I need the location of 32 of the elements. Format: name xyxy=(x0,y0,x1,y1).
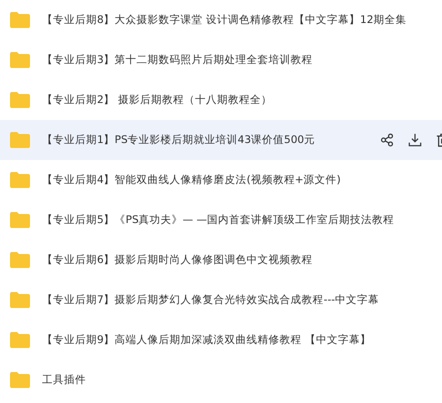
folder-icon xyxy=(10,252,30,268)
folder-icon xyxy=(10,52,30,68)
folder-name: 工具插件 xyxy=(42,373,87,387)
folder-icon xyxy=(10,212,30,228)
folder-name: 【专业后期3】第十二期数码照片后期处理全套培训教程 xyxy=(42,53,314,67)
folder-row[interactable]: 【专业后期5】《PS真功夫》— —国内首套讲解顶级工作室后期技法教程 xyxy=(0,200,442,240)
folder-name: 【专业后期8】大众摄影数字课堂 设计调色精修教程【中文字幕】12期全集 xyxy=(42,13,408,27)
folder-icon xyxy=(10,12,30,28)
folder-row[interactable]: 【专业后期9】高端人像后期加深减淡双曲线精修教程 【中文字幕】 xyxy=(0,320,442,360)
folder-name: 【专业后期4】智能双曲线人像精修磨皮法(视频教程+源文件) xyxy=(42,173,342,187)
folder-icon xyxy=(10,372,30,388)
folder-name: 【专业后期2】 摄影后期教程（十八期教程全） xyxy=(42,93,274,107)
folder-row[interactable]: 【专业后期2】 摄影后期教程（十八期教程全） xyxy=(0,80,442,120)
folder-row[interactable]: 工具插件 xyxy=(0,360,442,400)
folder-icon xyxy=(10,292,30,308)
folder-row[interactable]: 【专业后期1】PS专业影楼后期就业培训43课价值500元 xyxy=(0,120,442,160)
folder-icon xyxy=(10,332,30,348)
folder-icon xyxy=(10,92,30,108)
folder-row[interactable]: 【专业后期6】摄影后期时尚人像修图调色中文视频教程 xyxy=(0,240,442,280)
folder-row[interactable]: 【专业后期8】大众摄影数字课堂 设计调色精修教程【中文字幕】12期全集 xyxy=(0,0,442,40)
folder-icon xyxy=(10,172,30,188)
folder-row[interactable]: 【专业后期7】摄影后期梦幻人像复合光特效实战合成教程---中文字幕 xyxy=(0,280,442,320)
folder-name: 【专业后期9】高端人像后期加深减淡双曲线精修教程 【中文字幕】 xyxy=(42,333,372,347)
folder-row[interactable]: 【专业后期3】第十二期数码照片后期处理全套培训教程 xyxy=(0,40,442,80)
folder-icon xyxy=(10,132,30,148)
folder-name: 【专业后期5】《PS真功夫》— —国内首套讲解顶级工作室后期技法教程 xyxy=(42,213,396,227)
folder-row[interactable]: 【专业后期4】智能双曲线人像精修磨皮法(视频教程+源文件) xyxy=(0,160,442,200)
folder-name: 【专业后期6】摄影后期时尚人像修图调色中文视频教程 xyxy=(42,253,314,267)
folder-name: 【专业后期7】摄影后期梦幻人像复合光特效实战合成教程---中文字幕 xyxy=(42,293,380,307)
download-icon[interactable] xyxy=(408,133,422,147)
folder-name: 【专业后期1】PS专业影楼后期就业培训43课价值500元 xyxy=(42,133,316,147)
share-icon[interactable] xyxy=(380,133,394,147)
